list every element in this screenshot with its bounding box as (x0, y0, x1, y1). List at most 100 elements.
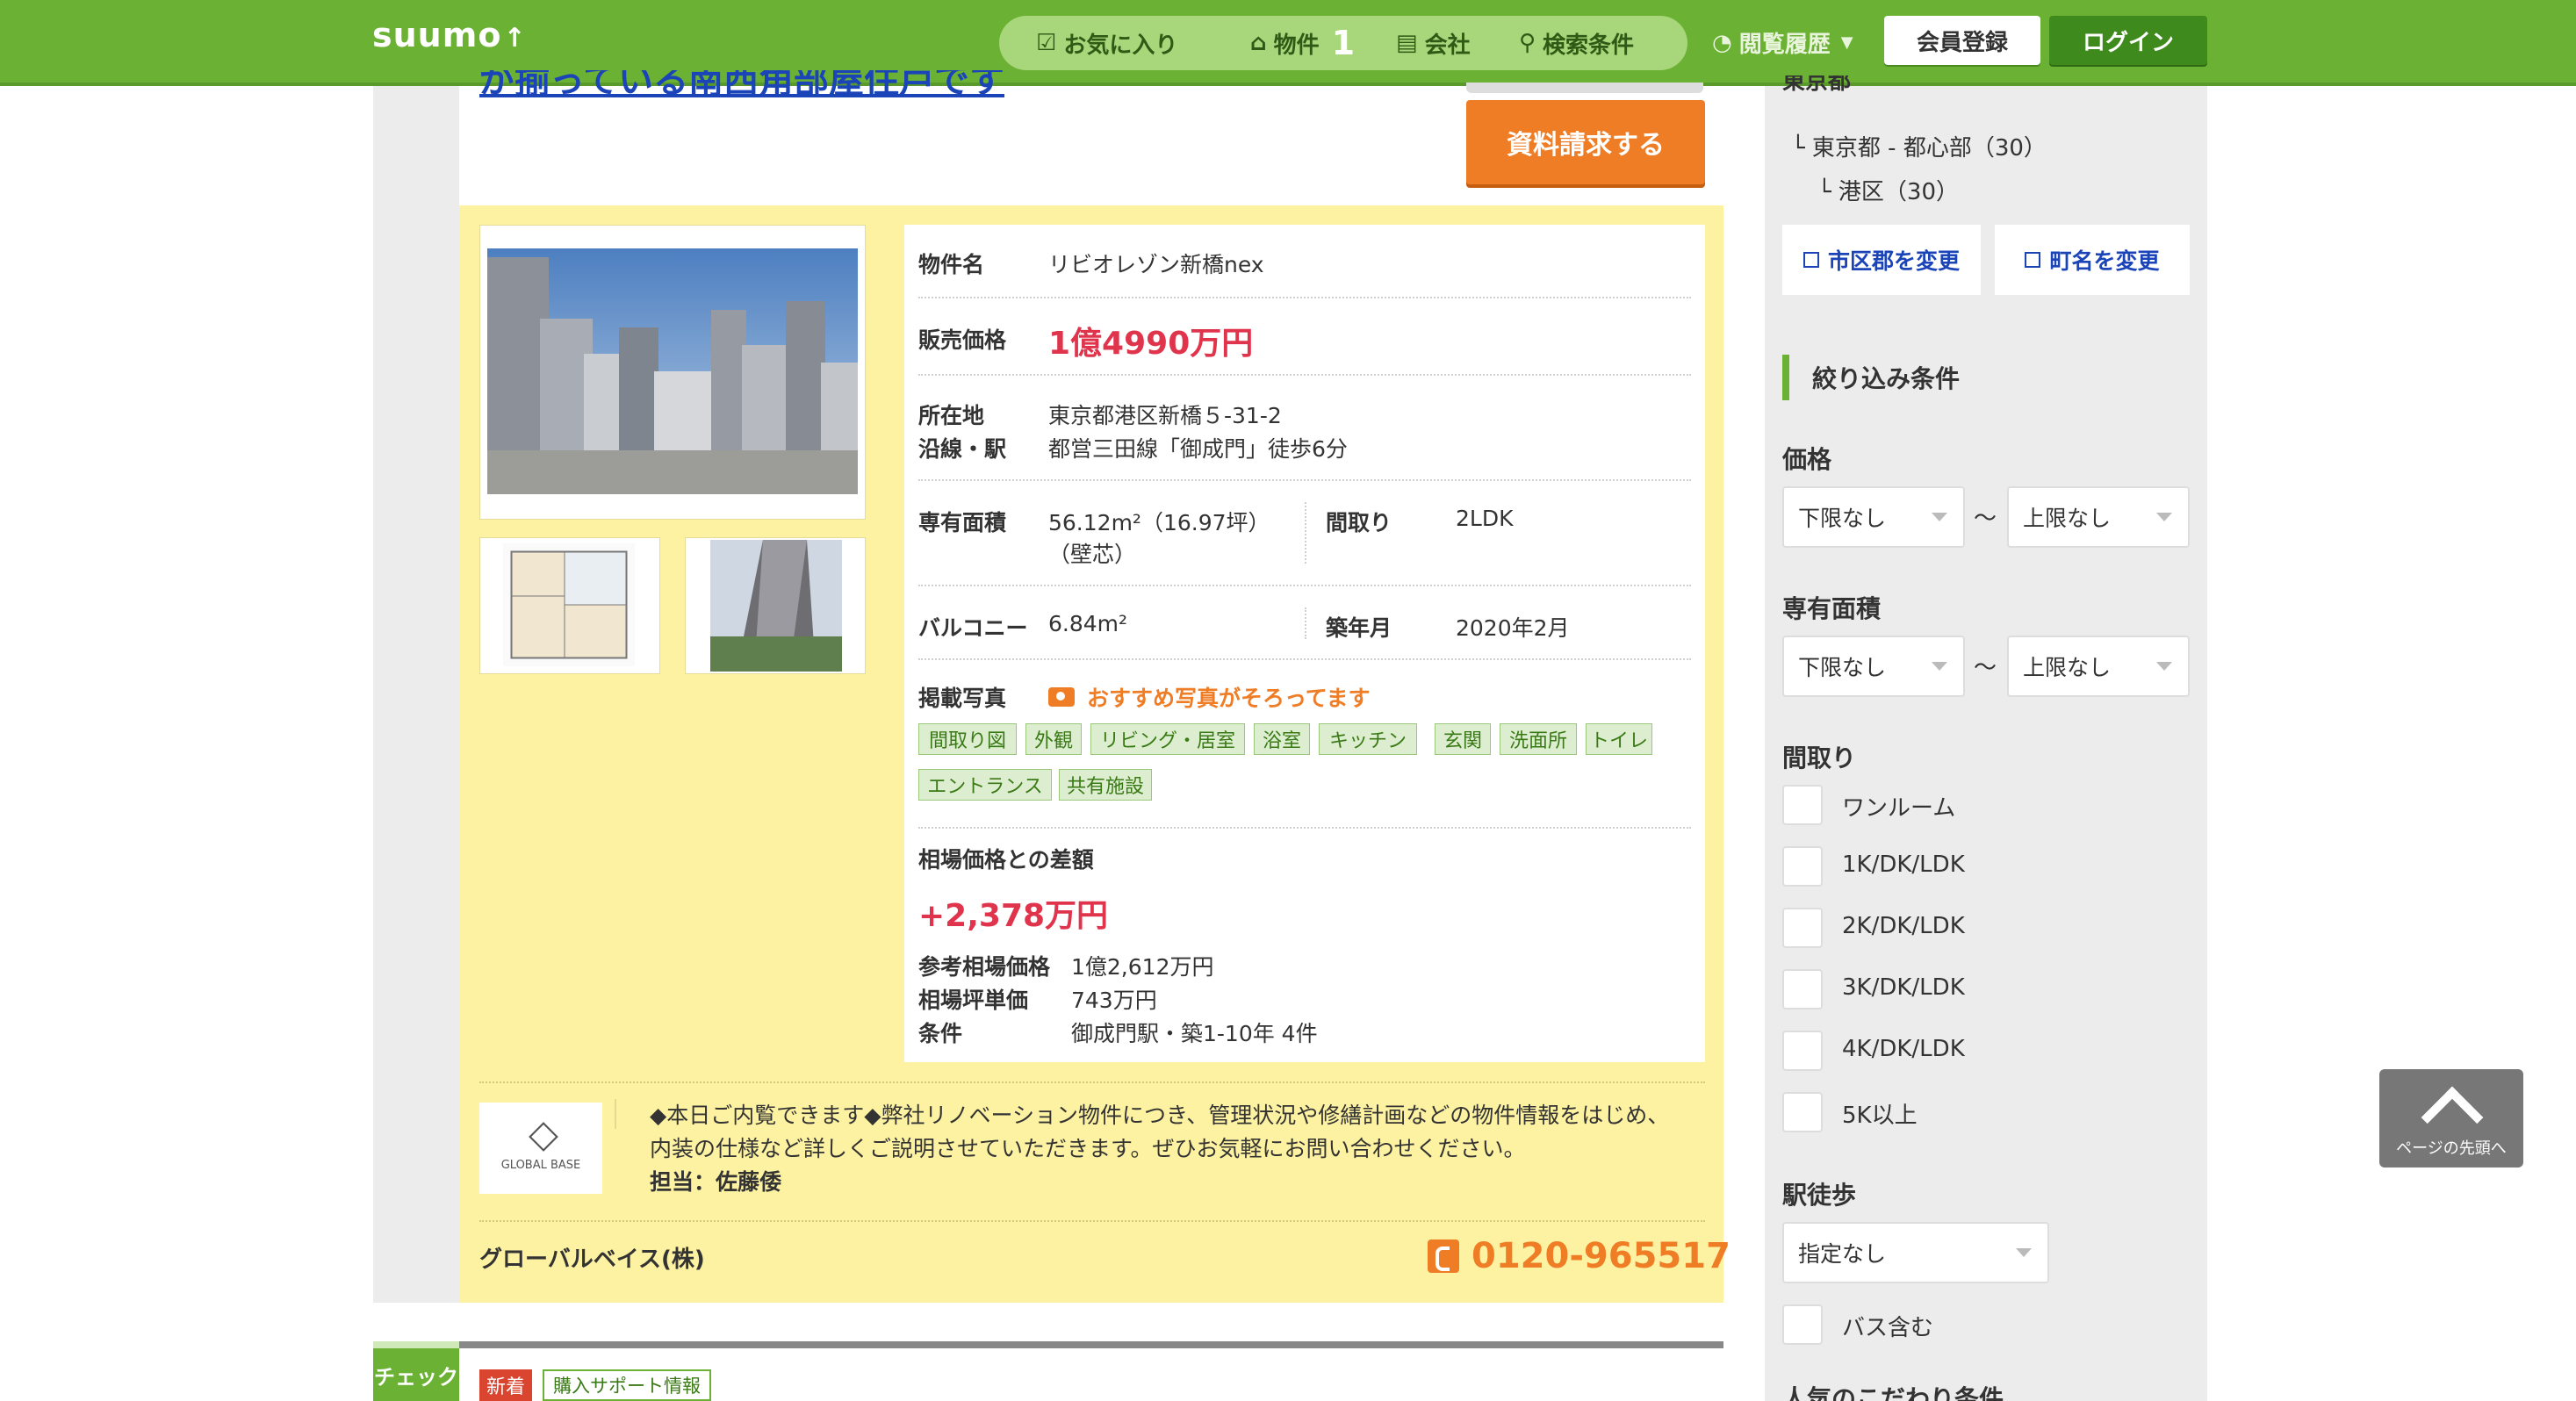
area-note: （壁芯） (1048, 542, 1137, 567)
photo-tag[interactable]: 外観 (1025, 723, 1082, 755)
company-name[interactable]: グローバルベイス(株) (479, 1241, 705, 1274)
photo-tag[interactable]: 玄関 (1435, 723, 1491, 755)
phone-number[interactable]: 0120-965517 (1428, 1236, 1731, 1276)
station: 都営三田線「御成門」徒歩6分 (1048, 436, 1348, 462)
property-info-table: 物件名 リビオレゾン新橋nex 販売価格 1億4990万円 所在地 東京都港区新… (904, 225, 1705, 1062)
bus-option-label[interactable]: バス含む (1842, 1310, 1933, 1342)
layout-option-label[interactable]: 1K/DK/LDK (1842, 851, 1965, 878)
photo-tag[interactable]: トイレ (1586, 723, 1652, 755)
section-divider (479, 1220, 1705, 1222)
button-tab-edge (1466, 83, 1703, 93)
change-town-button[interactable]: 町名を変更 (1995, 225, 2190, 295)
row-balcony: バルコニー 6.84m² 築年月 2020年2月 (918, 586, 1691, 660)
nav-companies[interactable]: ▤ 会社 (1396, 28, 1471, 59)
message-bubble-tick (615, 1099, 636, 1129)
camera-icon (1048, 687, 1075, 707)
check-column (373, 86, 459, 1303)
property-name: リビオレゾン新橋nex (1048, 252, 1264, 277)
main-property-photo[interactable] (479, 225, 866, 520)
listing-title-link[interactable]: が揃っている南西角部屋住戸です (479, 70, 1004, 100)
area-min-select[interactable]: 下限なし (1782, 636, 1965, 697)
photo-tag[interactable]: 間取り図 (918, 723, 1017, 755)
unit-price-label: 相場坪単価 (918, 988, 1029, 1013)
row-photos: 掲載写真 おすすめ写真がそろってます 間取り図 外観 リビング・居室 浴室 キッ… (918, 660, 1691, 829)
photo-tag[interactable]: 共有施設 (1059, 769, 1152, 801)
global-base-logo-icon (529, 1122, 558, 1152)
check-tab[interactable]: チェック (373, 1341, 459, 1401)
area-tree-item[interactable]: └ 東京都 - 都心部（30） (1791, 130, 2047, 162)
register-button[interactable]: 会員登録 (1884, 16, 2040, 65)
photos-label: 掲載写真 (918, 686, 1007, 711)
layout-option-label[interactable]: 3K/DK/LDK (1842, 974, 1965, 1001)
row-name: 物件名 リビオレゾン新橋nex (918, 225, 1691, 298)
photo-tag[interactable]: 浴室 (1254, 723, 1310, 755)
balcony-area: 6.84m² (1048, 611, 1128, 636)
site-header: suumo↑ ☑ お気に入り ⌂ 物件 1 ▤ 会社 ⚲ 検索条件 ◔ 閲覧履歴… (0, 0, 2576, 86)
next-listing-border (373, 1341, 1723, 1348)
clock-icon: ◔ (1712, 29, 1732, 56)
layout-checkbox[interactable] (1782, 846, 1823, 887)
floorplan-thumbnail[interactable] (479, 537, 660, 674)
price-max-select[interactable]: 上限なし (2007, 486, 2190, 548)
company-logo[interactable]: GLOBAL BASE (479, 1103, 602, 1194)
layout-option-label[interactable]: ワンルーム (1842, 790, 1955, 823)
new-badge: 新着 (479, 1369, 532, 1401)
header-nav: ☑ お気に入り ⌂ 物件 1 ▤ 会社 ⚲ 検索条件 (999, 16, 1687, 70)
dropdown-arrow-icon (1932, 513, 1947, 521)
house-icon: ⌂ (1250, 30, 1267, 56)
condition: 御成門駅・築1-10年 4件 (1071, 1021, 1318, 1046)
city-photo (487, 248, 858, 494)
dropdown-arrow-icon (2016, 1248, 2032, 1257)
check-box-icon: ☑ (1036, 30, 1057, 56)
login-button[interactable]: ログイン (2049, 16, 2207, 65)
walk-filter-heading: 駅徒歩 (1782, 1181, 1857, 1210)
price-min-select[interactable]: 下限なし (1782, 486, 1965, 548)
photo-tag[interactable]: 洗面所 (1500, 723, 1577, 755)
layout-option-label[interactable]: 4K/DK/LDK (1842, 1036, 1965, 1062)
nav-properties[interactable]: ⌂ 物件 1 (1250, 24, 1355, 62)
nav-favorites[interactable]: ☑ お気に入り (1036, 28, 1177, 59)
external-link-icon (2025, 252, 2041, 268)
name-label: 物件名 (918, 252, 985, 277)
popular-conditions-heading: 人気のこだわり条件 (1782, 1384, 2004, 1401)
filter-title: 絞り込み条件 (1782, 355, 1960, 400)
property-count: 1 (1331, 24, 1356, 62)
photo-tag[interactable]: エントランス (918, 769, 1052, 801)
layout-checkbox[interactable] (1782, 785, 1823, 825)
range-separator: 〜 (1974, 506, 1997, 532)
layout-checkbox[interactable] (1782, 969, 1823, 1009)
bus-checkbox[interactable] (1782, 1304, 1823, 1345)
area-max-select[interactable]: 上限なし (2007, 636, 2190, 697)
history-dropdown[interactable]: ◔ 閲覧履歴 ▼ (1712, 26, 1853, 59)
back-to-top-button[interactable]: ページの先頭へ (2379, 1069, 2523, 1168)
layout-option-label[interactable]: 2K/DK/LDK (1842, 913, 1965, 939)
layout-label: 間取り (1326, 510, 1392, 535)
photo-tag[interactable]: リビング・居室 (1090, 723, 1245, 755)
request-info-button[interactable]: 資料請求する (1466, 100, 1705, 184)
nav-search-conditions[interactable]: ⚲ 検索条件 (1519, 28, 1634, 59)
photo-tag[interactable]: キッチン (1319, 723, 1417, 755)
layout-checkbox[interactable] (1782, 1092, 1823, 1132)
row-location: 所在地 東京都港区新橋５-31-2 沿線・駅 都営三田線「御成門」徒歩6分 (918, 376, 1691, 481)
sale-price: 1億4990万円 (1048, 326, 1254, 362)
chevron-down-icon: ▼ (1840, 33, 1853, 52)
station-label: 沿線・駅 (918, 436, 1007, 462)
building-icon: ▤ (1396, 30, 1418, 56)
area-filter-heading: 専有面積 (1782, 594, 1882, 623)
layout-option-label[interactable]: 5K以上 (1842, 1097, 1918, 1130)
layout-filter-heading: 間取り (1782, 744, 1857, 772)
price-label: 販売価格 (918, 327, 1007, 353)
exterior-thumbnail[interactable] (685, 537, 866, 674)
layout-checkbox[interactable] (1782, 908, 1823, 948)
exterior-image (710, 540, 842, 672)
market-diff-title: 相場価格との差額 (918, 847, 1094, 873)
change-city-button[interactable]: 市区郡を変更 (1782, 225, 1981, 295)
dropdown-arrow-icon (2156, 662, 2172, 671)
ref-price-label: 参考相場価格 (918, 954, 1051, 980)
suumo-logo[interactable]: suumo↑ (372, 16, 527, 54)
unit-price: 743万円 (1071, 988, 1157, 1013)
layout-checkbox[interactable] (1782, 1031, 1823, 1071)
ward-tree-item[interactable]: └ 港区（30） (1817, 174, 1959, 206)
company-message: ◆本日ご内覧できます◆弊社リノベーション物件につき、管理状況や修繕計画などの物件… (650, 1099, 1686, 1199)
walk-time-select[interactable]: 指定なし (1782, 1222, 2049, 1283)
